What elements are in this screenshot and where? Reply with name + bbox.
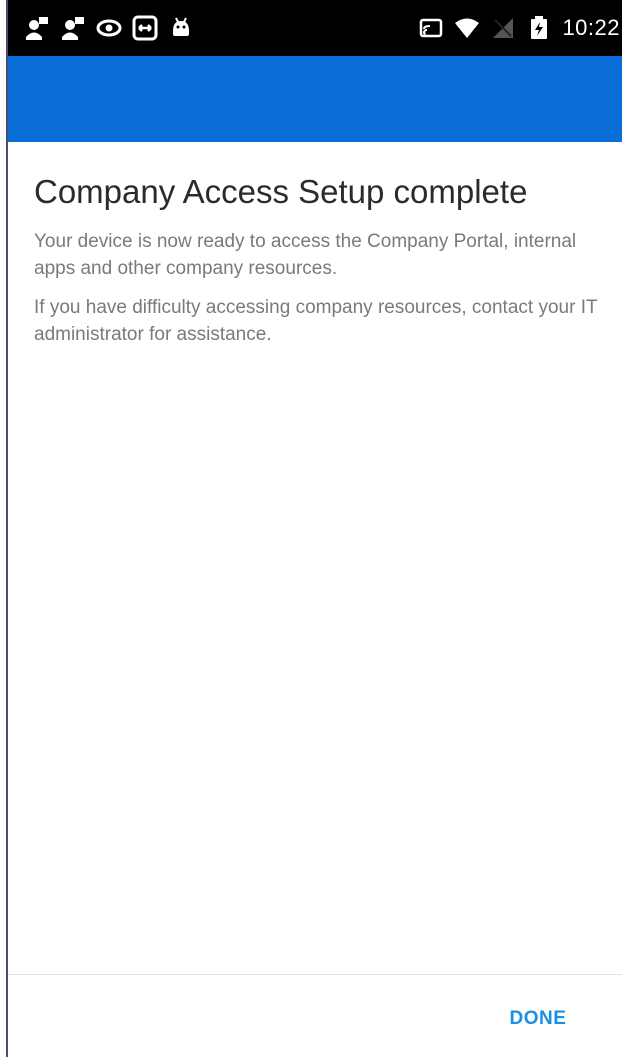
status-clock: 10:22 [562, 15, 620, 40]
cast-icon [418, 15, 444, 41]
page-title: Company Access Setup complete [34, 173, 528, 210]
status-bar: 10:22 [8, 0, 622, 56]
wifi-icon [454, 15, 480, 41]
eye-icon [96, 15, 122, 41]
footer-divider [8, 974, 622, 975]
status-right-icons: 10:22 [418, 14, 620, 42]
remote-control-icon [132, 15, 158, 41]
done-button[interactable]: DONE [496, 1000, 580, 1038]
ready-message: Your device is now ready to access the C… [34, 231, 577, 279]
phone-screen: 10:22 Company Access Setup complete Your… [0, 0, 622, 1057]
battery-charging-icon [526, 15, 552, 41]
main-content: Company Access Setup complete Your devic… [34, 168, 604, 348]
notification-user-icon-2 [60, 15, 86, 41]
android-icon [168, 15, 194, 41]
notification-user-icon [24, 15, 50, 41]
app-bar [8, 56, 622, 142]
help-message: If you have difficulty accessing company… [34, 297, 598, 345]
status-left-icons [24, 14, 194, 42]
no-signal-icon [490, 15, 516, 41]
window-edge [0, 0, 8, 1057]
